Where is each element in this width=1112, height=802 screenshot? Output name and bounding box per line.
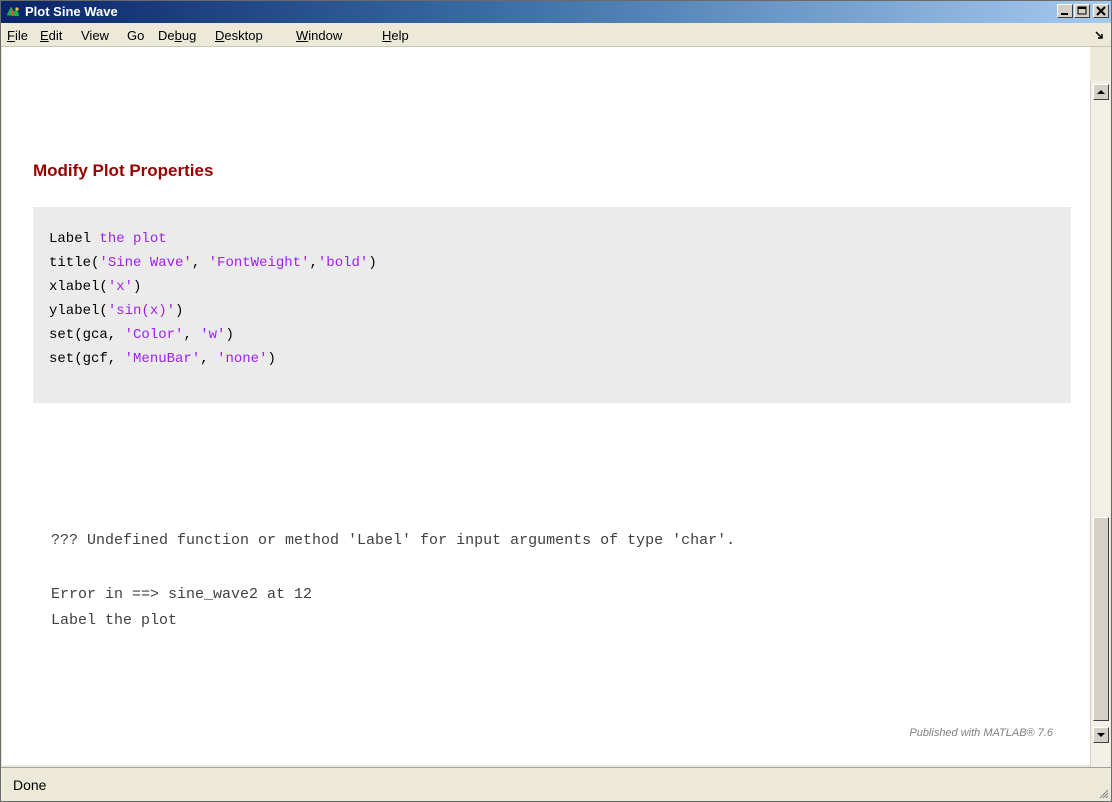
- title-bar[interactable]: Plot Sine Wave: [1, 1, 1111, 23]
- scroll-thumb[interactable]: [1093, 517, 1109, 721]
- publish-footer: Published with MATLAB® 7.6: [909, 727, 1053, 739]
- resize-grip-icon[interactable]: [1097, 787, 1109, 799]
- scroll-up-button[interactable]: [1093, 84, 1109, 100]
- close-button[interactable]: [1093, 4, 1109, 18]
- menu-window[interactable]: Window: [296, 28, 342, 43]
- error-message: ??? Undefined function or method 'Label'…: [51, 532, 736, 549]
- code-line: set(gcf, 'MenuBar', 'none'): [49, 351, 276, 367]
- vertical-scrollbar[interactable]: [1090, 81, 1110, 767]
- menu-go[interactable]: Go: [127, 28, 144, 43]
- undock-arrow-icon[interactable]: [1095, 31, 1103, 39]
- minimize-button[interactable]: [1057, 4, 1073, 18]
- menu-debug[interactable]: Debug: [158, 28, 196, 43]
- matlab-icon: [6, 6, 20, 17]
- minimize-icon: [1061, 13, 1068, 15]
- menu-file[interactable]: File: [7, 28, 28, 43]
- scroll-down-button[interactable]: [1093, 727, 1109, 743]
- code-line: title('Sine Wave', 'FontWeight','bold'): [49, 255, 377, 271]
- menu-bar: File Edit View Go Debug Desktop Window H…: [1, 23, 1111, 47]
- menu-desktop[interactable]: Desktop: [215, 28, 263, 43]
- window-title: Plot Sine Wave: [25, 4, 118, 19]
- code-line: Label the plot: [49, 231, 167, 247]
- menu-help[interactable]: Help: [382, 28, 409, 43]
- status-text: Done: [13, 777, 47, 793]
- error-source-line: Label the plot: [51, 612, 178, 629]
- arrow-up-icon: [1097, 90, 1105, 94]
- arrow-down-icon: [1097, 733, 1105, 737]
- maximize-button[interactable]: [1074, 4, 1090, 18]
- code-block: Label the plot title('Sine Wave', 'FontW…: [33, 207, 1071, 403]
- maximize-icon: [1077, 6, 1087, 15]
- code-line: xlabel('x'): [49, 279, 142, 295]
- code-line: set(gca, 'Color', 'w'): [49, 327, 234, 343]
- app-window: Plot Sine Wave File Edit View Go Debug D…: [0, 0, 1112, 802]
- section-heading: Modify Plot Properties: [33, 161, 214, 180]
- menu-view[interactable]: View: [81, 28, 109, 43]
- error-location: Error in ==> sine_wave2 at 12: [51, 586, 313, 603]
- document-pane: Modify Plot Properties Label the plot ti…: [2, 47, 1090, 765]
- status-bar: Done: [1, 767, 1111, 801]
- code-line: ylabel('sin(x)'): [49, 303, 184, 319]
- close-icon: [1096, 6, 1106, 16]
- menu-edit[interactable]: Edit: [40, 28, 62, 43]
